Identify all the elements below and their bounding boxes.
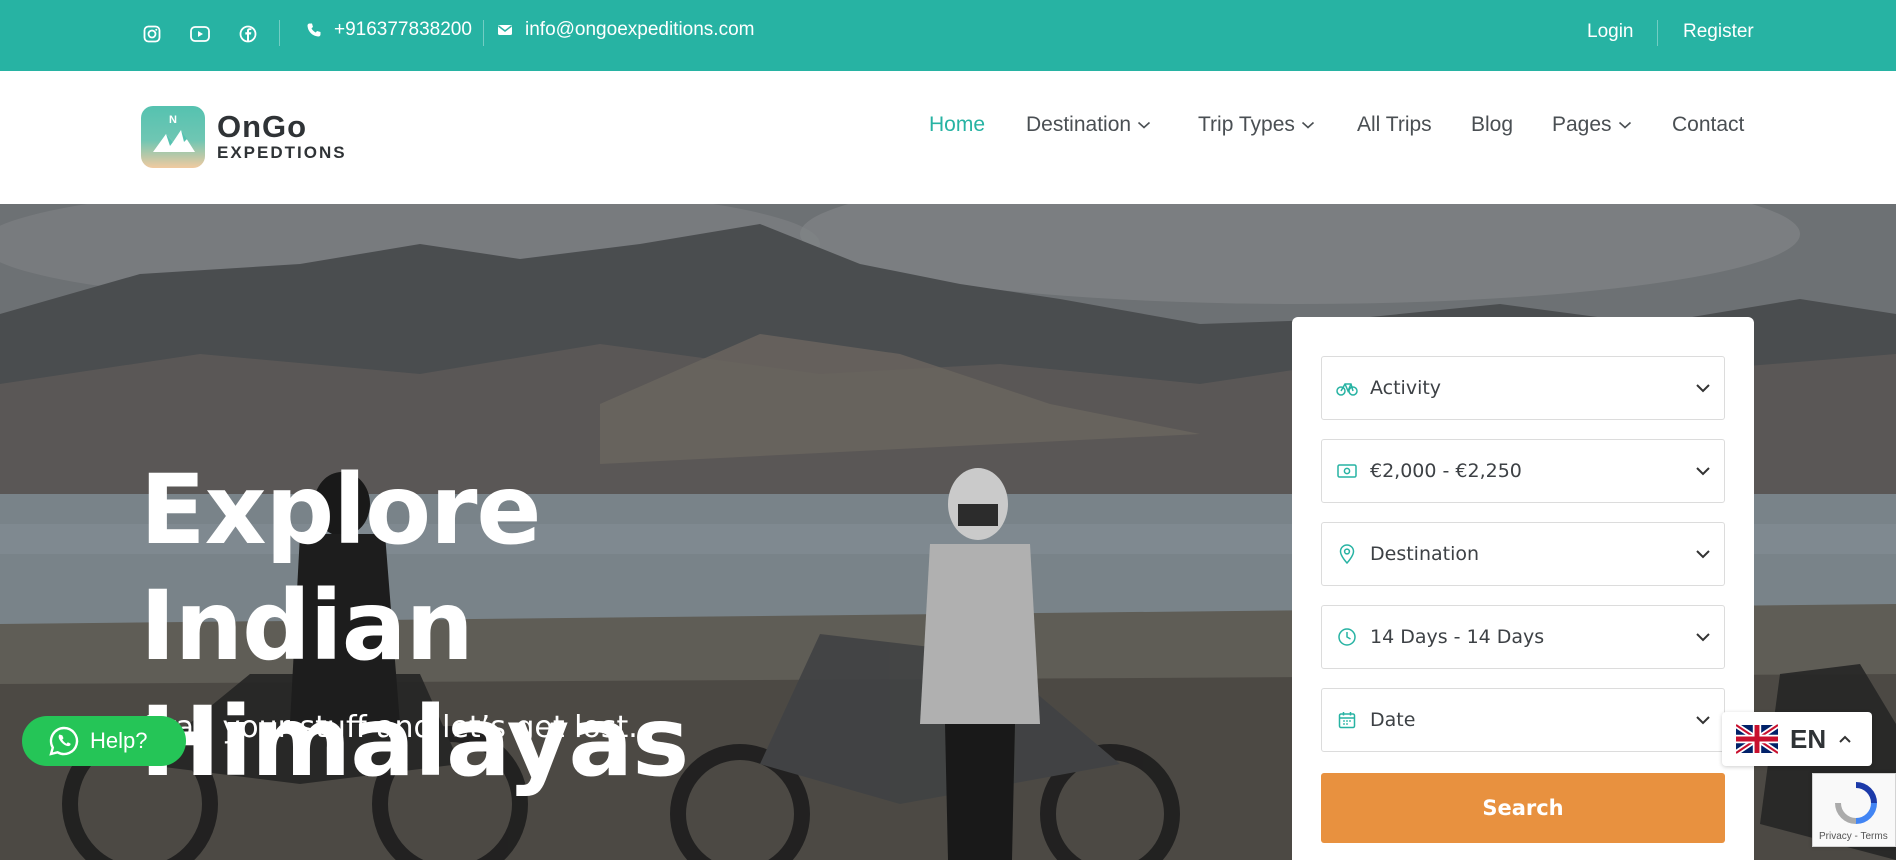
- help-label: Help?: [90, 728, 148, 753]
- chevron-down-icon: [1696, 467, 1710, 476]
- nav-label: Pages: [1552, 113, 1612, 136]
- nav-blog[interactable]: Blog: [1471, 113, 1513, 137]
- recaptcha-icon: [1835, 782, 1877, 824]
- nav-pages[interactable]: Pages: [1552, 113, 1632, 137]
- duration-value: 14 Days - 14 Days: [1370, 626, 1545, 648]
- recaptcha-badge[interactable]: Privacy - Terms: [1812, 773, 1896, 847]
- language-switcher[interactable]: EN: [1722, 712, 1872, 766]
- facebook-icon[interactable]: [236, 22, 260, 46]
- bicycle-icon: [1336, 377, 1358, 399]
- search-button[interactable]: Search: [1321, 773, 1725, 843]
- login-link[interactable]: Login: [1587, 21, 1634, 43]
- nav-label: Contact: [1672, 113, 1745, 136]
- whatsapp-icon: [49, 726, 79, 756]
- nav-home[interactable]: Home: [929, 113, 985, 137]
- divider: [483, 20, 484, 46]
- destination-select[interactable]: Destination: [1321, 522, 1725, 586]
- mail-icon: [498, 25, 512, 35]
- duration-select[interactable]: 14 Days - 14 Days: [1321, 605, 1725, 669]
- email-contact[interactable]: info@ongoexpeditions.com: [497, 19, 754, 41]
- nav-trip-types[interactable]: Trip Types: [1198, 113, 1315, 137]
- money-icon: [1336, 460, 1358, 482]
- destination-value: Destination: [1370, 543, 1480, 565]
- main-header: N OnGo EXPEDTIONS Home Destination Trip …: [0, 71, 1896, 204]
- location-pin-icon: [1336, 543, 1358, 565]
- chevron-down-icon: [1696, 384, 1710, 393]
- phone-icon: [307, 23, 321, 37]
- nav-label: All Trips: [1357, 113, 1432, 136]
- email-address: info@ongoexpeditions.com: [525, 19, 755, 40]
- chevron-down-icon: [1696, 716, 1710, 725]
- divider: [279, 20, 280, 46]
- hero-title: Explore Indian Himalayas: [140, 454, 689, 798]
- chevron-down-icon: [1696, 633, 1710, 642]
- chevron-down-icon: [1301, 121, 1314, 129]
- site-logo[interactable]: N OnGo EXPEDTIONS: [141, 106, 347, 168]
- recaptcha-text: Privacy - Terms: [1819, 831, 1888, 842]
- date-select[interactable]: Date: [1321, 688, 1725, 752]
- logo-tagline: EXPEDTIONS: [217, 143, 347, 162]
- logo-name: OnGo: [217, 109, 308, 144]
- logo-text: OnGo EXPEDTIONS: [217, 111, 347, 163]
- date-value: Date: [1370, 709, 1416, 731]
- social-links: [140, 22, 260, 46]
- youtube-icon[interactable]: [188, 22, 212, 46]
- chevron-down-icon: [1138, 121, 1151, 129]
- price-value: €2,000 - €2,250: [1370, 460, 1522, 482]
- whatsapp-help-button[interactable]: Help?: [22, 716, 186, 766]
- nav-label: Blog: [1471, 113, 1514, 136]
- svg-text:N: N: [169, 114, 177, 126]
- nav-all-trips[interactable]: All Trips: [1357, 113, 1432, 137]
- calendar-icon: [1336, 709, 1358, 731]
- phone-contact[interactable]: +916377838200: [306, 19, 472, 41]
- top-bar: +916377838200 info@ongoexpeditions.com L…: [0, 0, 1896, 71]
- logo-mountain-icon: N: [141, 106, 205, 168]
- nav-destination[interactable]: Destination: [1026, 113, 1151, 137]
- trip-search-panel: Activity €2,000 - €2,250 Destination 14 …: [1292, 317, 1754, 860]
- chevron-up-icon: [1839, 735, 1851, 743]
- chevron-down-icon: [1696, 550, 1710, 559]
- chevron-down-icon: [1618, 121, 1631, 129]
- instagram-icon[interactable]: [140, 22, 164, 46]
- hero-subtitle: Grab your stuff and let’s get lost.: [140, 710, 638, 745]
- nav-label: Destination: [1026, 113, 1132, 136]
- uk-flag-icon: [1736, 724, 1778, 754]
- nav-label: Trip Types: [1198, 113, 1295, 136]
- language-code: EN: [1790, 723, 1827, 754]
- divider: [1657, 20, 1658, 46]
- activity-select[interactable]: Activity: [1321, 356, 1725, 420]
- clock-icon: [1336, 626, 1358, 648]
- register-link[interactable]: Register: [1683, 21, 1754, 43]
- price-select[interactable]: €2,000 - €2,250: [1321, 439, 1725, 503]
- activity-value: Activity: [1370, 377, 1442, 399]
- nav-contact[interactable]: Contact: [1672, 113, 1744, 137]
- nav-label: Home: [929, 113, 986, 136]
- phone-number: +916377838200: [334, 19, 472, 40]
